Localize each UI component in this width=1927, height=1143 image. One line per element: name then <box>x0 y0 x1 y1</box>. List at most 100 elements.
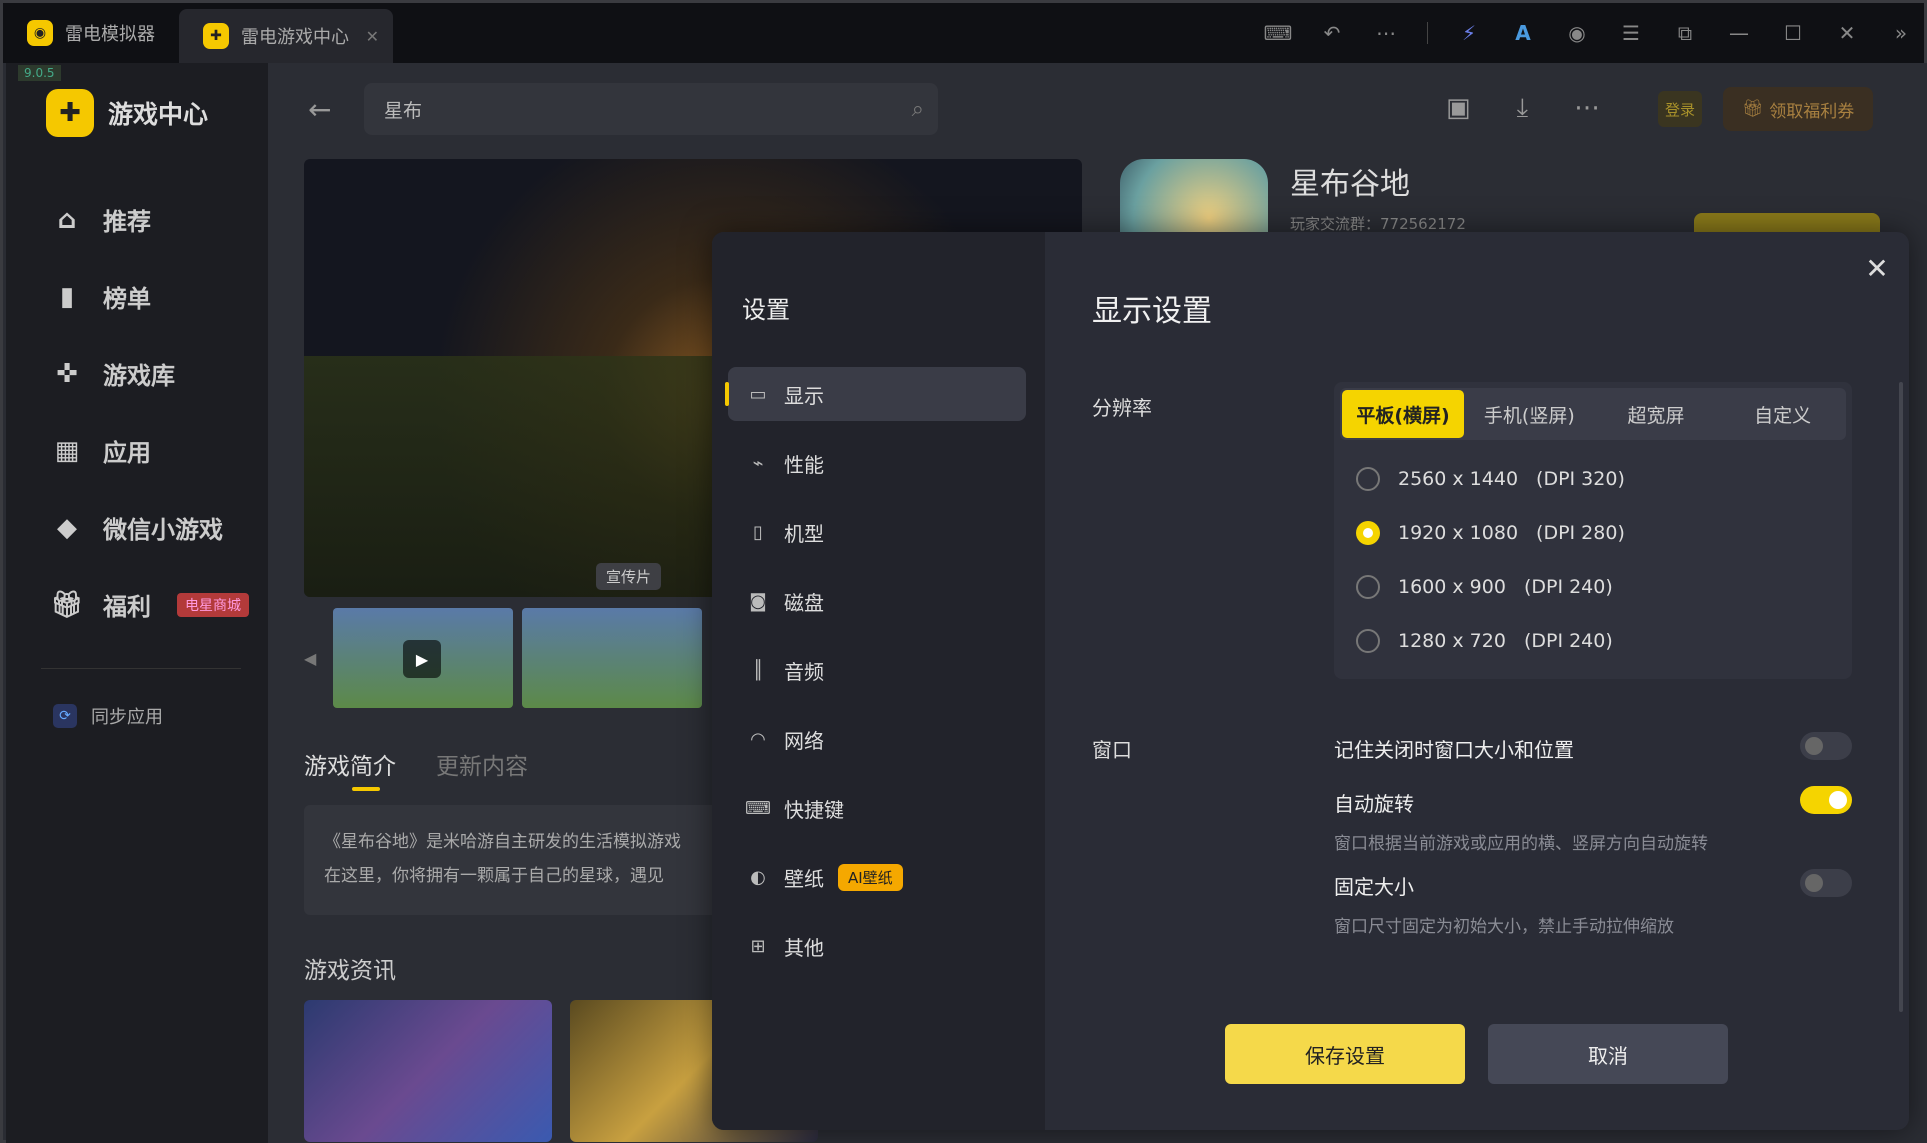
expand-sidebar-icon[interactable]: » <box>1888 20 1914 46</box>
settings-item-performance[interactable]: ⌁ 性能 <box>728 436 1026 490</box>
player-group[interactable]: 玩家交流群：772562172 <box>1290 213 1466 234</box>
sync-apps-button[interactable]: ⟳ 同步应用 <box>53 703 163 729</box>
resolution-option[interactable]: 1600 x 900 (DPI 240) <box>1356 560 1625 614</box>
minimize-icon[interactable]: — <box>1726 20 1752 46</box>
toggle-remember-window[interactable] <box>1800 732 1852 760</box>
resolution-option[interactable]: 1920 x 1080 (DPI 280) <box>1356 506 1625 560</box>
search-icon[interactable]: ⌕ <box>912 97 924 122</box>
keyboard-icon[interactable]: ⌨ <box>1264 20 1293 46</box>
settings-item-shortcuts[interactable]: ⌨ 快捷键 <box>728 781 1026 835</box>
thumbnail[interactable] <box>522 608 702 708</box>
header-icons: ▣ ⤓ ⋯ <box>1446 93 1600 124</box>
palette-icon: ◐ <box>750 866 766 888</box>
app-window: ◉ 雷电模拟器 ✚ 雷电游戏中心 ✕ ⌨ ↶ ⋯ ⚡ A ◉ ☰ ⧉ — ☐ ✕… <box>0 0 1927 1143</box>
dpi-value: (DPI 240) <box>1523 630 1613 652</box>
news-heading: 游戏资讯 <box>304 958 396 984</box>
more-icon[interactable]: ⋯ <box>1373 20 1399 46</box>
divider <box>41 668 241 669</box>
mode-ultrawide[interactable]: 超宽屏 <box>1595 390 1718 438</box>
tab-label: 雷电模拟器 <box>65 24 155 45</box>
sidebar-item-recommend[interactable]: ⌂ 推荐 <box>51 181 249 258</box>
thumbnail[interactable]: ▶ <box>333 608 513 708</box>
radio-button[interactable] <box>1356 467 1380 491</box>
save-button[interactable]: 保存设置 <box>1225 1024 1465 1084</box>
mode-phone[interactable]: 手机(竖屏) <box>1468 390 1591 438</box>
game-title: 星布谷地 <box>1290 167 1410 202</box>
chart-icon: ▮ <box>59 281 75 312</box>
settings-item-network[interactable]: ◠ 网络 <box>728 712 1026 766</box>
download-icon[interactable]: ⤓ <box>1517 93 1529 124</box>
settings-panel: 显示设置 ✕ 分辨率 平板(横屏) 手机(竖屏) 超宽屏 自定义 2560 x … <box>1045 232 1909 1130</box>
radio-button[interactable] <box>1356 521 1380 545</box>
brand[interactable]: ✚ 游戏中心 <box>46 89 208 137</box>
toggle-auto-rotate[interactable] <box>1800 786 1852 814</box>
option-description: 窗口根据当前游戏或应用的横、竖屏方向自动旋转 <box>1334 834 1708 854</box>
radio-button[interactable] <box>1356 629 1380 653</box>
option-title: 记住关闭时窗口大小和位置 <box>1334 738 1574 762</box>
maximize-icon[interactable]: ☐ <box>1780 20 1806 46</box>
sidebar-item-label: 推荐 <box>103 208 151 236</box>
ai-icon[interactable]: A <box>1510 20 1536 46</box>
dpi-value: (DPI 320) <box>1536 468 1625 490</box>
settings-item-other[interactable]: ⊞ 其他 <box>728 919 1026 973</box>
tab-emulator[interactable]: ◉ 雷电模拟器 <box>3 3 179 63</box>
settings-item-label: 显示 <box>784 383 824 408</box>
store-badge: 电星商城 <box>177 592 249 617</box>
sidebar-item-rankings[interactable]: ▮ 榜单 <box>51 258 249 335</box>
menu-icon[interactable]: ☰ <box>1618 20 1644 46</box>
apps-icon: ▦ <box>54 435 80 466</box>
mode-custom[interactable]: 自定义 <box>1721 390 1844 438</box>
sidebar-item-welfare[interactable]: 🎁︎ 福利 电星商城 <box>51 566 249 643</box>
sidebar-item-apps[interactable]: ▦ 应用 <box>51 412 249 489</box>
boost-icon[interactable]: ⚡ <box>1456 20 1482 46</box>
game-center-logo-icon: ✚ <box>46 89 94 137</box>
audio-icon: ║ <box>752 659 764 681</box>
calendar-icon[interactable]: ▣ <box>1446 93 1471 124</box>
back-arrow-icon[interactable]: ← <box>308 93 331 126</box>
option-auto-rotate: 自动旋转 窗口根据当前游戏或应用的横、竖屏方向自动旋转 <box>1334 786 1852 854</box>
resolution-value: 1920 x 1080 <box>1398 522 1519 544</box>
undo-icon[interactable]: ↶ <box>1319 20 1345 46</box>
tab-updates[interactable]: 更新内容 <box>436 747 528 781</box>
sync-label: 同步应用 <box>91 707 163 728</box>
tab-game-center[interactable]: ✚ 雷电游戏中心 ✕ <box>179 9 393 63</box>
sidebar-item-wechat-games[interactable]: ◆ 微信小游戏 <box>51 489 249 566</box>
orientation-switch: 平板(横屏) 手机(竖屏) 超宽屏 自定义 <box>1340 388 1846 440</box>
toggle-fixed-size[interactable] <box>1800 869 1852 897</box>
coupon-button[interactable]: 🎁︎ 领取福利券 <box>1723 87 1873 131</box>
tab-close-icon[interactable]: ✕ <box>366 27 379 46</box>
video-tag: 宣传片 <box>596 563 662 590</box>
resolution-option[interactable]: 1280 x 720 (DPI 240) <box>1356 614 1625 668</box>
search-input[interactable]: 星布 ⌕ <box>364 83 938 135</box>
radio-button[interactable] <box>1356 575 1380 599</box>
cancel-button[interactable]: 取消 <box>1488 1024 1728 1084</box>
sidebar-item-label: 应用 <box>103 439 151 467</box>
login-button[interactable]: 登录 <box>1658 91 1702 127</box>
settings-item-audio[interactable]: ║ 音频 <box>728 643 1026 697</box>
settings-item-display[interactable]: ▭ 显示 <box>725 367 1026 421</box>
settings-item-label: 音频 <box>784 659 824 684</box>
play-icon: ▶ <box>403 640 441 678</box>
popout-icon[interactable]: ⧉ <box>1672 20 1698 46</box>
resolution-value: 2560 x 1440 <box>1398 468 1519 490</box>
close-icon[interactable]: ✕ <box>1863 252 1891 285</box>
user-icon[interactable]: ◉ <box>1564 20 1590 46</box>
settings-item-device[interactable]: ▯ 机型 <box>728 505 1026 559</box>
news-card[interactable] <box>304 1000 552 1142</box>
wechat-game-icon: ◆ <box>57 512 77 543</box>
option-title: 固定大小 <box>1334 875 1414 899</box>
option-title: 自动旋转 <box>1334 792 1414 816</box>
more-icon[interactable]: ⋯ <box>1574 93 1600 124</box>
scrollbar[interactable] <box>1899 382 1903 1012</box>
close-icon[interactable]: ✕ <box>1834 20 1860 46</box>
divider <box>1427 22 1428 44</box>
mode-tablet[interactable]: 平板(横屏) <box>1342 390 1464 438</box>
dpi-value: (DPI 240) <box>1523 576 1613 598</box>
chevron-left-icon[interactable]: ◀ <box>304 649 324 668</box>
settings-item-disk[interactable]: ◙ 磁盘 <box>728 574 1026 628</box>
settings-dialog: 设置 ▭ 显示 ⌁ 性能 ▯ 机型 ◙ 磁盘 ║ 音频 ◠ 网络 ⌨ 快捷键 ◐… <box>712 232 1909 1130</box>
resolution-option[interactable]: 2560 x 1440 (DPI 320) <box>1356 452 1625 506</box>
settings-item-wallpaper[interactable]: ◐ 壁纸 AI壁纸 <box>728 850 1026 904</box>
sidebar-item-library[interactable]: ✜ 游戏库 <box>51 335 249 412</box>
tab-intro[interactable]: 游戏简介 <box>304 747 396 791</box>
